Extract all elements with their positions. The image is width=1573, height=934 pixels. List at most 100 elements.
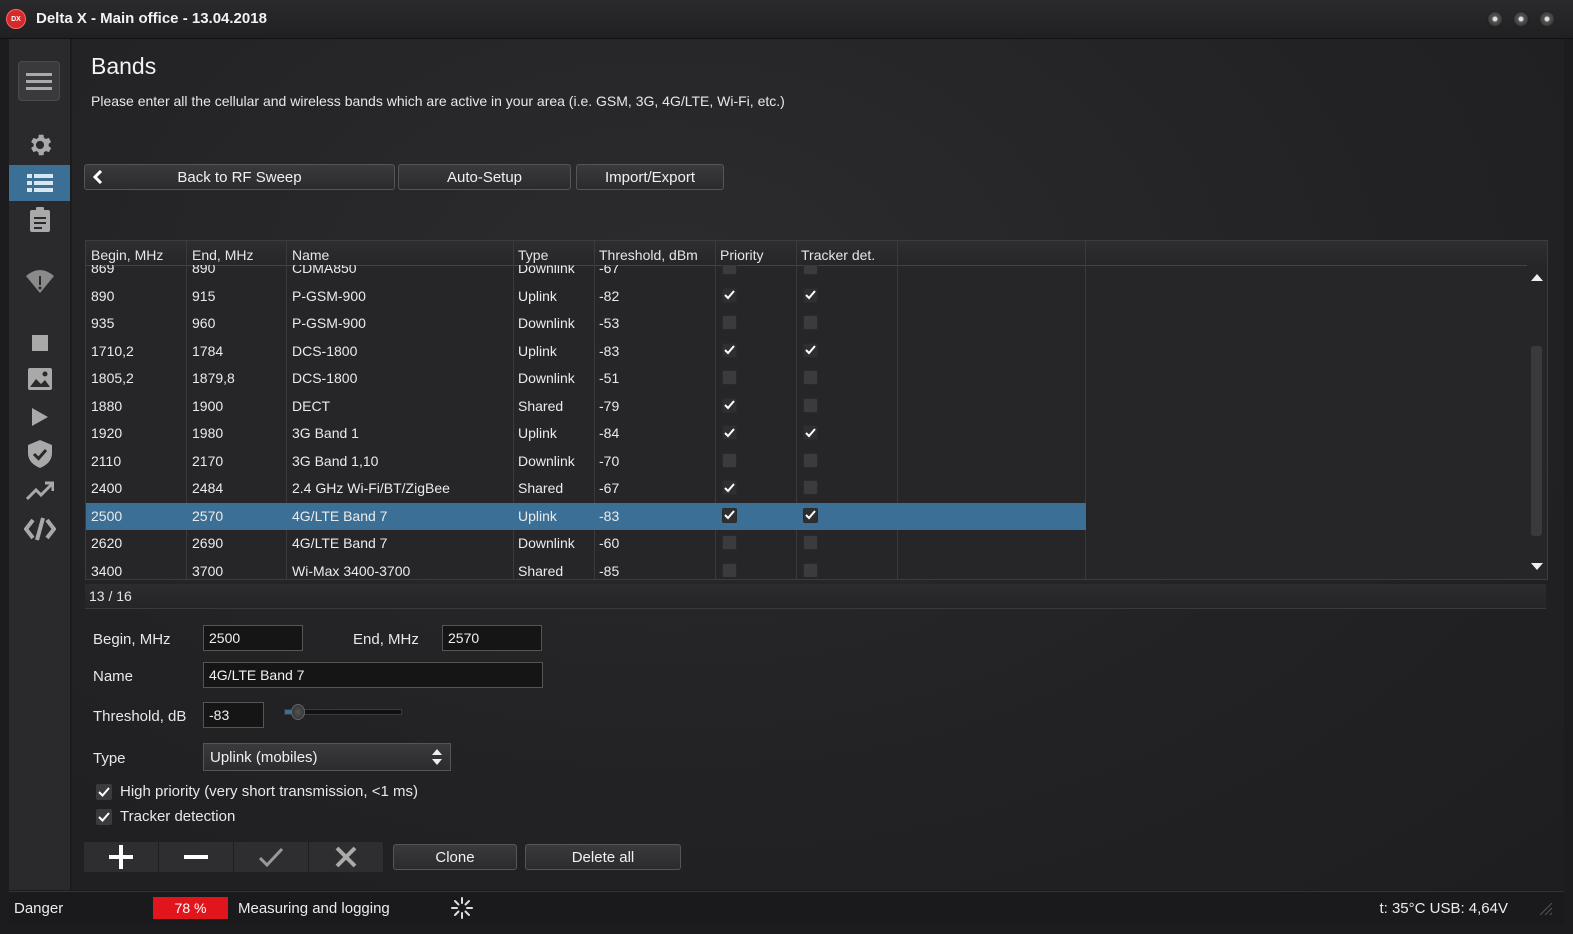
- checkmark-icon: [724, 510, 735, 520]
- tracker-checkbox[interactable]: [803, 315, 818, 330]
- cell-type: Uplink: [518, 287, 557, 304]
- priority-checkbox[interactable]: [722, 265, 737, 275]
- header-tracker[interactable]: Tracker det.: [801, 247, 875, 263]
- priority-checkbox[interactable]: [722, 480, 737, 495]
- priority-checkbox[interactable]: [722, 452, 737, 468]
- sidebar-item-images[interactable]: [9, 361, 70, 397]
- cell-end: 2690: [192, 535, 224, 551]
- tracker-detection-label: Tracker detection: [120, 808, 236, 825]
- checkmark-icon: [805, 290, 816, 300]
- priority-checkbox[interactable]: [722, 370, 737, 385]
- table-row[interactable]: 2110 2170 3G Band 1,10 Downlink -70: [86, 448, 1086, 475]
- tracker-checkbox[interactable]: [803, 425, 818, 440]
- table-row[interactable]: 1920 1980 3G Band 1 Uplink -84: [86, 420, 1086, 447]
- close-button[interactable]: [1539, 11, 1555, 27]
- header-type[interactable]: Type: [518, 247, 548, 263]
- header-priority[interactable]: Priority: [720, 247, 764, 263]
- tracker-checkbox[interactable]: [803, 535, 818, 550]
- high-priority-option[interactable]: High priority (very short transmission, …: [96, 783, 418, 800]
- header-name[interactable]: Name: [292, 247, 329, 263]
- end-input[interactable]: [442, 625, 542, 651]
- page-title: Bands: [91, 53, 157, 79]
- tracker-checkbox[interactable]: [803, 265, 818, 275]
- priority-checkbox[interactable]: [722, 342, 737, 358]
- clone-button[interactable]: Clone: [393, 844, 517, 870]
- cell-begin: 869: [91, 265, 115, 276]
- maximize-button[interactable]: [1513, 11, 1529, 27]
- high-priority-checkbox[interactable]: [96, 783, 112, 800]
- header-begin[interactable]: Begin, MHz: [91, 247, 163, 263]
- updown-arrows-icon: [432, 749, 442, 765]
- sidebar-item-play[interactable]: [9, 399, 70, 435]
- tracker-checkbox[interactable]: [803, 452, 818, 468]
- sidebar-item-code[interactable]: [9, 511, 70, 547]
- status-message: Measuring and logging: [238, 900, 390, 917]
- sidebar-item-bands[interactable]: [9, 165, 70, 201]
- priority-checkbox[interactable]: [722, 397, 737, 413]
- sidebar-item-settings[interactable]: [9, 127, 70, 163]
- table-row[interactable]: 1710,2 1784 DCS-1800 Uplink -83: [86, 338, 1086, 365]
- shield-check-icon: [27, 440, 52, 468]
- header-end[interactable]: End, MHz: [192, 247, 253, 263]
- tracker-checkbox[interactable]: [803, 397, 818, 413]
- type-select[interactable]: Uplink (mobiles): [203, 743, 451, 771]
- table-row[interactable]: 890 915 P-GSM-900 Uplink -82: [86, 283, 1086, 310]
- table-row[interactable]: 1805,2 1879,8 DCS-1800 Downlink -51: [86, 365, 1086, 392]
- threshold-slider[interactable]: [284, 704, 402, 720]
- priority-checkbox[interactable]: [722, 507, 737, 523]
- cell-begin: 890: [91, 287, 115, 304]
- priority-checkbox[interactable]: [722, 425, 737, 440]
- scroll-down-icon[interactable]: [1531, 563, 1543, 571]
- chevron-left-icon: [93, 170, 103, 184]
- threshold-slider-handle[interactable]: [290, 704, 305, 720]
- tracker-checkbox[interactable]: [803, 562, 818, 577]
- table-row[interactable]: 2500 2570 4G/LTE Band 7 Uplink -83: [86, 502, 1086, 530]
- sidebar-item-wireless[interactable]: [9, 262, 70, 298]
- sidebar-item-report[interactable]: [9, 202, 70, 238]
- table-row[interactable]: 1880 1900 DECT Shared -79: [86, 393, 1086, 420]
- cell-threshold: -83: [599, 342, 620, 359]
- sidebar-item-trends[interactable]: [9, 473, 70, 509]
- wifi-shield-icon: [25, 270, 54, 293]
- delete-all-button[interactable]: Delete all: [525, 844, 681, 870]
- table-scrollbar[interactable]: [1527, 265, 1547, 577]
- tracker-checkbox[interactable]: [803, 480, 818, 495]
- apply-button[interactable]: [234, 842, 309, 872]
- table-row[interactable]: 3400 3700 Wi-Max 3400-3700 Shared -85: [86, 558, 1086, 578]
- resize-grip-icon[interactable]: [1540, 903, 1552, 915]
- priority-checkbox[interactable]: [722, 562, 737, 577]
- begin-input[interactable]: [203, 625, 303, 651]
- discard-button[interactable]: [309, 842, 384, 872]
- tracker-checkbox[interactable]: [803, 287, 818, 303]
- scroll-thumb[interactable]: [1531, 346, 1542, 536]
- threshold-input[interactable]: [203, 702, 264, 728]
- scroll-up-icon[interactable]: [1531, 273, 1543, 281]
- auto-setup-button[interactable]: Auto-Setup: [398, 164, 571, 190]
- bands-table: Begin, MHz End, MHz Name Type Threshold,…: [85, 240, 1548, 580]
- sidebar-item-security[interactable]: [9, 436, 70, 472]
- table-row[interactable]: 869 890 CDMA850 Downlink -67: [86, 265, 1086, 282]
- remove-band-button[interactable]: [159, 842, 234, 872]
- checkmark-icon: [724, 290, 735, 300]
- cell-begin: 3400: [91, 562, 123, 578]
- back-to-rf-sweep-button[interactable]: Back to RF Sweep: [84, 164, 395, 190]
- add-band-button[interactable]: [84, 842, 159, 872]
- priority-checkbox[interactable]: [722, 535, 737, 550]
- table-row[interactable]: 2620 2690 4G/LTE Band 7 Downlink -60: [86, 530, 1086, 557]
- tracker-checkbox[interactable]: [803, 342, 818, 358]
- name-input[interactable]: [203, 662, 543, 688]
- table-row[interactable]: 2400 2484 2.4 GHz Wi-Fi/BT/ZigBee Shared -67: [86, 475, 1086, 502]
- sidebar-item-stop[interactable]: [9, 325, 70, 361]
- import-export-button[interactable]: Import/Export: [576, 164, 724, 190]
- minimize-button[interactable]: [1487, 11, 1503, 27]
- tracker-detection-option[interactable]: Tracker detection: [96, 808, 235, 825]
- header-threshold[interactable]: Threshold, dBm: [599, 247, 698, 263]
- tracker-checkbox[interactable]: [803, 507, 818, 523]
- cell-name: P-GSM-900: [292, 287, 366, 304]
- tracker-detection-checkbox[interactable]: [96, 808, 112, 825]
- priority-checkbox[interactable]: [722, 315, 737, 330]
- table-row[interactable]: 935 960 P-GSM-900 Downlink -53: [86, 310, 1086, 337]
- hamburger-menu-button[interactable]: [18, 61, 60, 101]
- priority-checkbox[interactable]: [722, 287, 737, 303]
- tracker-checkbox[interactable]: [803, 370, 818, 385]
